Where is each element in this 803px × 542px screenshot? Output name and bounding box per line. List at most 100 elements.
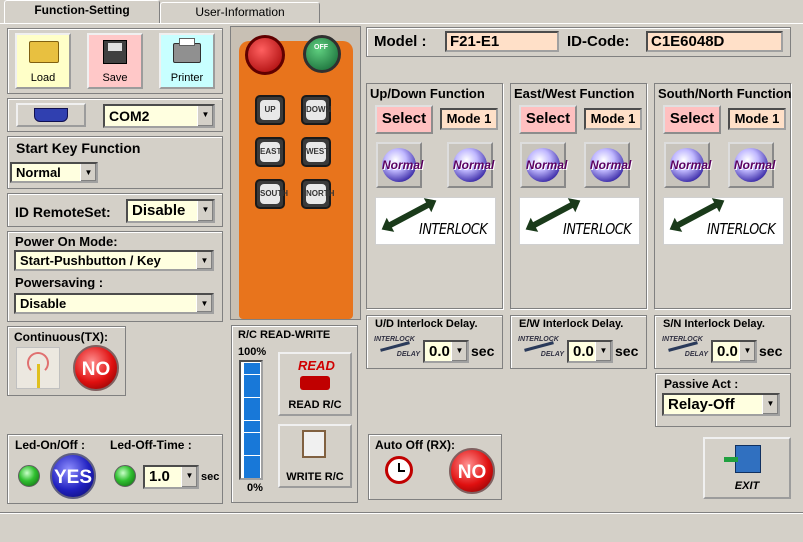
progress-segment <box>244 467 260 479</box>
updown-mode: Mode 1 <box>440 108 498 130</box>
id-remote-label: ID RemoteSet: <box>15 204 111 220</box>
floppy-icon <box>103 40 127 64</box>
progress-segment <box>244 409 260 421</box>
rw-title: R/C READ-WRITE <box>238 329 331 341</box>
power-on-label: Power On Mode: <box>15 234 118 249</box>
read-rc-button[interactable]: READ READ R/C <box>278 352 352 416</box>
load-button[interactable]: Load <box>15 33 71 89</box>
progress-segment <box>244 363 260 374</box>
chevron-down-icon[interactable]: ▼ <box>762 395 778 414</box>
auto-off-no-button[interactable]: NO <box>449 448 495 494</box>
remote-up-button: UP <box>255 95 285 125</box>
id-remote-select[interactable]: Disable ▼ <box>126 199 215 223</box>
exit-button[interactable]: EXIT <box>703 437 791 499</box>
serial-port-button[interactable] <box>16 103 86 127</box>
serial-port-icon <box>34 108 68 122</box>
southnorth-delay-label: S/N Interlock Delay. <box>663 318 765 330</box>
southnorth-select-button[interactable]: Select <box>663 105 721 134</box>
eastwest-normal-button-1[interactable]: Normal <box>520 142 567 188</box>
car-icon <box>300 376 330 390</box>
chevron-down-icon[interactable]: ▼ <box>197 201 213 221</box>
rw-progress-bar <box>239 360 263 480</box>
updown-normal-button-1[interactable]: Normal <box>376 142 423 188</box>
rw-top-label: 100% <box>238 346 267 358</box>
chevron-down-icon[interactable]: ▼ <box>739 342 755 361</box>
chevron-down-icon[interactable]: ▼ <box>196 295 212 312</box>
continuous-no-button[interactable]: NO <box>73 345 119 391</box>
led-unit: sec <box>201 471 220 483</box>
exit-label: EXIT <box>734 480 760 492</box>
remote-east-label: EAST <box>260 142 281 162</box>
passive-select[interactable]: Relay-Off ▼ <box>662 393 780 416</box>
powersaving-select[interactable]: Disable ▼ <box>14 293 214 314</box>
passive-value: Relay-Off <box>668 396 735 413</box>
antenna-icon <box>16 347 60 389</box>
eastwest-normal-button-2[interactable]: Normal <box>584 142 631 188</box>
auto-off-label: Auto Off (RX): <box>375 438 455 452</box>
remote-east-button: EAST <box>255 137 285 167</box>
write-rc-button[interactable]: WRITE R/C <box>278 424 352 488</box>
southnorth-mode: Mode 1 <box>728 108 786 130</box>
southnorth-interlock-button[interactable]: INTERLOCK <box>663 197 784 245</box>
continuous-label: Continuous(TX): <box>14 330 108 344</box>
led-green-icon <box>114 465 136 487</box>
eastwest-title: East/West Function <box>514 86 635 101</box>
chevron-down-icon[interactable]: ▼ <box>80 164 96 181</box>
updown-interlock-label: INTERLOCK <box>418 220 488 238</box>
status-divider <box>0 512 803 514</box>
chevron-down-icon[interactable]: ▼ <box>196 252 212 269</box>
start-key-select[interactable]: Normal ▼ <box>10 162 98 183</box>
remote-south-button: SOUTH <box>255 179 288 209</box>
remote-up-label: UP <box>260 100 280 120</box>
southnorth-title: South/North Function <box>658 86 792 101</box>
eastwest-delay-label: E/W Interlock Delay. <box>519 318 624 330</box>
start-key-title: Start Key Function <box>16 140 141 156</box>
normal-icon: Normal <box>734 148 775 182</box>
id-remote-value: Disable <box>132 202 186 219</box>
id-code-label: ID-Code: <box>567 33 630 50</box>
exit-door-icon <box>724 445 761 473</box>
southnorth-delay-select[interactable]: 0.0 ▼ <box>711 340 757 363</box>
southnorth-normal-button-2[interactable]: Normal <box>728 142 775 188</box>
updown-delay-unit: sec <box>471 343 495 359</box>
passive-label: Passive Act : <box>664 377 739 391</box>
load-label: Load <box>30 72 56 84</box>
key-switch-icon: OFF <box>303 35 341 73</box>
led-yes-button[interactable]: YES <box>50 453 96 499</box>
normal-icon: Normal <box>382 148 423 182</box>
emergency-stop-icon <box>245 35 285 75</box>
updown-interlock-button[interactable]: INTERLOCK <box>375 197 496 245</box>
delay-icon-bottom: DELAY <box>396 351 420 358</box>
read-icon: READ <box>298 358 335 373</box>
power-on-select[interactable]: Start-Pushbutton / Key ▼ <box>14 250 214 271</box>
remote-down-label: DOWN <box>306 100 331 120</box>
clipboard-icon <box>302 430 326 458</box>
remote-north-label: NORTH <box>306 184 334 204</box>
save-label: Save <box>102 72 128 84</box>
progress-segment <box>244 432 260 444</box>
eastwest-select-button[interactable]: Select <box>519 105 577 134</box>
eastwest-delay-select[interactable]: 0.0 ▼ <box>567 340 613 363</box>
chevron-down-icon[interactable]: ▼ <box>451 342 467 361</box>
folder-icon <box>29 41 59 63</box>
chevron-down-icon[interactable]: ▼ <box>197 106 213 126</box>
tab-user-information[interactable]: User-Information <box>160 2 320 24</box>
progress-segment <box>244 374 260 386</box>
updown-title: Up/Down Function <box>370 86 485 101</box>
updown-normal-button-2[interactable]: Normal <box>447 142 494 188</box>
southnorth-normal-button-1[interactable]: Normal <box>664 142 711 188</box>
printer-button[interactable]: Printer <box>159 33 215 89</box>
printer-label: Printer <box>170 72 204 84</box>
powersaving-value: Disable <box>20 296 67 311</box>
remote-south-label: SOUTH <box>260 184 288 204</box>
chevron-down-icon[interactable]: ▼ <box>181 467 197 487</box>
eastwest-interlock-button[interactable]: INTERLOCK <box>519 197 640 245</box>
tab-function-setting[interactable]: Function-Setting <box>4 0 160 24</box>
save-button[interactable]: Save <box>87 33 143 89</box>
chevron-down-icon[interactable]: ▼ <box>595 342 611 361</box>
led-off-time-select[interactable]: 1.0 ▼ <box>143 465 199 489</box>
port-select[interactable]: COM2 ▼ <box>103 104 215 128</box>
normal-icon: Normal <box>590 148 631 182</box>
updown-select-button[interactable]: Select <box>375 105 433 134</box>
updown-delay-select[interactable]: 0.0 ▼ <box>423 340 469 363</box>
